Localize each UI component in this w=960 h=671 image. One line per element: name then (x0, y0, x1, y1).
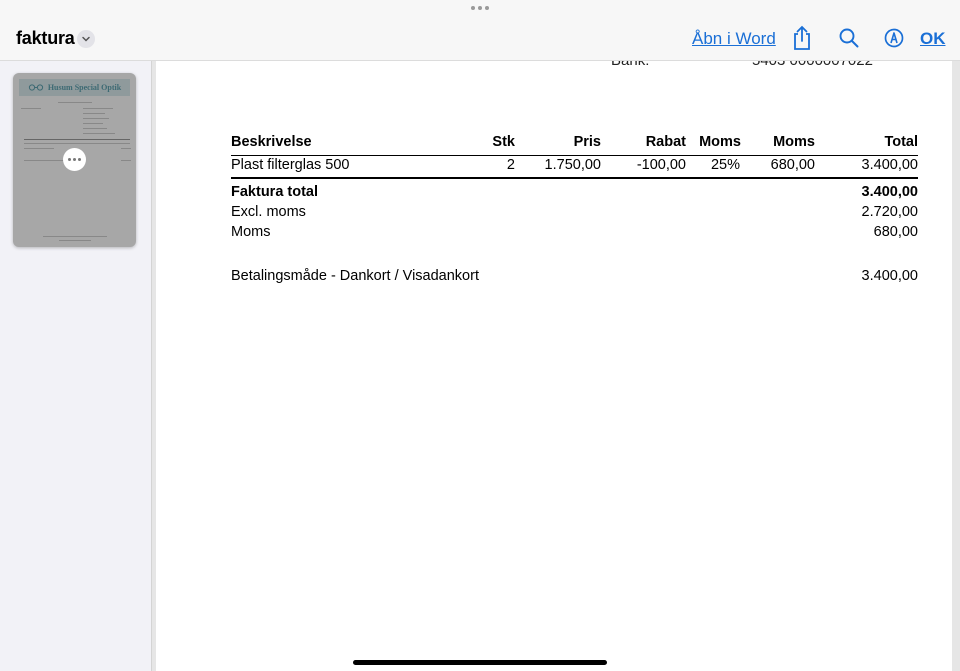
markup-button[interactable] (880, 24, 908, 52)
excl-vat-row: Excl. moms 2.720,00 (231, 203, 918, 223)
thumbnail-text-line (24, 143, 130, 144)
ellipsis-icon (68, 158, 71, 161)
item-description: Plast filterglas 500 (231, 157, 350, 173)
invoice-total-value: 3.400,00 (861, 184, 918, 200)
col-total: Total (884, 134, 918, 150)
table-header-row: Beskrivelse Stk Pris Rabat Moms Moms Tot… (231, 133, 918, 156)
item-qty: 2 (506, 157, 515, 173)
item-total: 3.400,00 (861, 157, 918, 173)
thumbnail-text-line (58, 102, 92, 103)
payment-row: Betalingsmåde - Dankort / Visadankort 3.… (231, 267, 918, 287)
excl-vat-value: 2.720,00 (861, 204, 918, 220)
thumbnail-text-line (43, 236, 107, 237)
item-vat-rate: 25% (710, 157, 740, 173)
col-price: Pris (573, 134, 601, 150)
invoice-total-label: Faktura total (231, 184, 319, 200)
search-button[interactable] (835, 24, 863, 52)
invoice-total-row: Faktura total 3.400,00 (231, 183, 918, 203)
thumbnail-header-text: Husum Special Optik (47, 83, 122, 92)
col-vat-rate: Moms (699, 134, 741, 150)
excl-vat-label: Excl. moms (231, 204, 306, 220)
share-button[interactable] (788, 24, 816, 52)
title-menu-button[interactable] (77, 30, 95, 48)
bank-account: 5403 0000007022 (752, 61, 873, 69)
thumbnail-text-line (83, 118, 109, 119)
window-grabber[interactable] (471, 6, 489, 12)
vat-value: 680,00 (873, 224, 918, 240)
markup-pen-icon (884, 28, 904, 48)
bank-label: Bank: (611, 61, 649, 69)
item-vat: 680,00 (770, 157, 815, 173)
invoice-table: Beskrivelse Stk Pris Rabat Moms Moms Tot… (231, 133, 918, 287)
done-button[interactable]: OK (920, 29, 946, 49)
thumbnail-text-line (83, 113, 105, 114)
item-price: 1.750,00 (544, 157, 601, 173)
chevron-down-icon (82, 36, 90, 42)
thumbnail-text-line (121, 160, 131, 161)
thumbnail-text-line (83, 133, 115, 134)
invoice-page: Bank: 5403 0000007022 Beskrivelse Stk Pr… (156, 61, 952, 671)
page-thumbnail[interactable]: Husum Special Optik (13, 73, 136, 247)
payment-method-label: Betalingsmåde - Dankort / Visadankort (231, 268, 479, 284)
payment-value: 3.400,00 (861, 268, 918, 284)
col-description: Beskrivelse (231, 134, 312, 150)
thumbnail-header: Husum Special Optik (19, 79, 130, 96)
open-in-word-link[interactable]: Åbn i Word (692, 29, 776, 49)
document-title[interactable]: faktura (16, 28, 75, 49)
thumbnail-text-line (24, 139, 130, 140)
thumbnail-text-line (59, 240, 91, 241)
item-discount: -100,00 (636, 157, 686, 173)
thumbnail-text-line (83, 123, 103, 124)
vat-label: Moms (231, 224, 271, 240)
thumbnail-text-line (24, 148, 54, 149)
thumbnail-more-button[interactable] (63, 148, 86, 171)
search-icon (839, 28, 859, 48)
home-indicator[interactable] (353, 660, 607, 665)
vat-row: Moms 680,00 (231, 223, 918, 243)
col-vat: Moms (773, 134, 815, 150)
thumbnail-text-line (121, 148, 131, 149)
col-discount: Rabat (645, 134, 686, 150)
thumbnail-text-line (21, 108, 41, 109)
top-toolbar: faktura Åbn i Word OK (0, 0, 960, 61)
glasses-icon (28, 84, 43, 91)
page-thumbnail-sidebar: Husum Special Optik (0, 61, 152, 671)
share-icon (794, 25, 810, 50)
document-viewer[interactable]: Bank: 5403 0000007022 Beskrivelse Stk Pr… (152, 61, 960, 671)
thumbnail-text-line (83, 108, 113, 109)
table-row: Plast filterglas 500 2 1.750,00 -100,00 … (231, 156, 918, 179)
col-qty: Stk (492, 134, 515, 150)
thumbnail-text-line (83, 128, 107, 129)
